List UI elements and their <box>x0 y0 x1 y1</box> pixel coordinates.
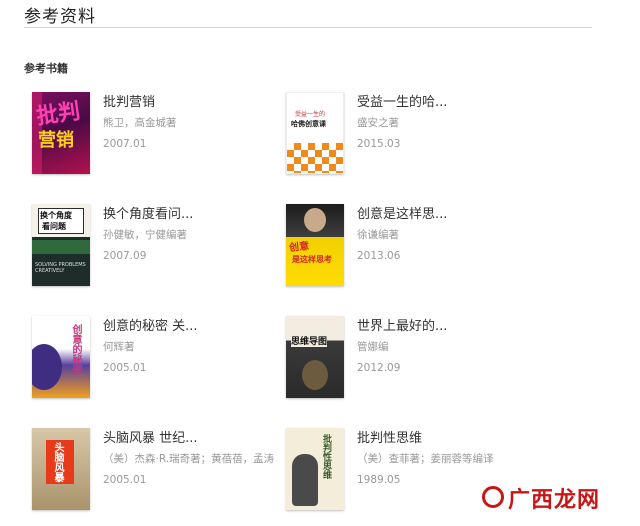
book-author: 盛安之著 <box>357 117 399 129</box>
book-title[interactable]: 世界上最好的... <box>357 319 447 335</box>
subsection-title: 参考书籍 <box>24 62 68 75</box>
cover-illustration <box>304 208 326 232</box>
cover-text: 营销 <box>38 130 74 151</box>
book-date: 2015.03 <box>357 138 401 150</box>
cover-pattern <box>287 143 343 173</box>
book-cover[interactable]: 创意 是这样思考 <box>286 204 344 286</box>
book-meta: 批判性思维 （美）查菲著；姜丽蓉等编译 1989.05 <box>357 428 494 518</box>
book-author: 熊卫，高金城著 <box>103 117 177 129</box>
book-author: 管娜编 <box>357 341 389 353</box>
book-date: 2005.01 <box>103 362 147 374</box>
cover-illustration <box>292 454 318 506</box>
watermark-logo-icon <box>482 486 504 508</box>
cover-decoration <box>32 240 90 254</box>
section-divider <box>24 27 592 28</box>
book-item[interactable]: 创意 是这样思考 创意是这样思... 徐谦编著 2013.06 <box>286 204 536 294</box>
book-title[interactable]: 批判营销 <box>103 95 177 111</box>
book-cover[interactable]: 批判性思维 <box>286 428 344 510</box>
book-cover[interactable]: 受益一生的 哈佛创意课 <box>286 92 344 174</box>
cover-text: 受益一生的 <box>295 111 326 118</box>
book-author: 何辉著 <box>103 341 135 353</box>
book-title[interactable]: 创意的秘密 关... <box>103 319 198 335</box>
book-item[interactable]: 创意的秘密 创意的秘密 关... 何辉著 2005.01 <box>32 316 282 406</box>
cover-text: 批判性思维 <box>321 434 331 479</box>
book-item[interactable]: 思维导图 世界上最好的... 管娜编 2012.09 <box>286 316 536 406</box>
book-author: （美）查菲著；姜丽蓉等编译 <box>357 453 494 465</box>
book-date: 1989.05 <box>357 474 401 486</box>
book-date: 2005.01 <box>103 474 147 486</box>
book-cover[interactable]: 创意的秘密 <box>32 316 90 398</box>
book-date: 2013.06 <box>357 250 401 262</box>
cover-text: SOLVING PROBLEMS CREATIVELY <box>35 262 86 274</box>
book-date: 2012.09 <box>357 362 401 374</box>
book-cover[interactable]: 头脑风暴 <box>32 428 90 510</box>
cover-illustration <box>32 344 62 390</box>
book-title[interactable]: 头脑风暴 世纪... <box>103 431 274 447</box>
cover-illustration <box>302 360 328 390</box>
book-meta: 批判营销 熊卫，高金城著 2007.01 <box>103 92 177 182</box>
book-meta: 创意的秘密 关... 何辉著 2005.01 <box>103 316 198 406</box>
book-date: 2007.01 <box>103 138 147 150</box>
book-meta: 创意是这样思... 徐谦编著 2013.06 <box>357 204 447 294</box>
cover-text: 哈佛创意课 <box>291 120 326 128</box>
book-item[interactable]: 换个角度 看问题 SOLVING PROBLEMS CREATIVELY 换个角… <box>32 204 282 294</box>
cover-text: 看问题 <box>42 222 66 231</box>
book-cover[interactable]: 批判 营销 <box>32 92 90 174</box>
book-title[interactable]: 批判性思维 <box>357 431 494 447</box>
cover-text: 思维导图 <box>291 334 328 347</box>
book-meta: 世界上最好的... 管娜编 2012.09 <box>357 316 447 406</box>
cover-text: 头脑风暴 <box>52 442 63 482</box>
cover-text: 创意 <box>288 240 310 255</box>
book-item[interactable]: 头脑风暴 头脑风暴 世纪... （美）杰森·R.瑞奇著；黄蓓蓓，孟涛 2005.… <box>32 428 282 518</box>
book-date: 2007.09 <box>103 250 147 262</box>
book-meta: 换个角度看问... 孙健敏，宁健编著 2007.09 <box>103 204 193 294</box>
book-item[interactable]: 批判 营销 批判营销 熊卫，高金城著 2007.01 <box>32 92 282 182</box>
book-item[interactable]: 受益一生的 哈佛创意课 受益一生的哈... 盛安之著 2015.03 <box>286 92 536 182</box>
watermark: 广西龙网 <box>508 488 601 513</box>
book-title[interactable]: 创意是这样思... <box>357 207 447 223</box>
cover-text: 是这样思考 <box>292 255 332 264</box>
cover-text: 创意的秘密 <box>70 324 81 374</box>
book-cover[interactable]: 换个角度 看问题 SOLVING PROBLEMS CREATIVELY <box>32 204 90 286</box>
book-title[interactable]: 换个角度看问... <box>103 207 193 223</box>
book-meta: 头脑风暴 世纪... （美）杰森·R.瑞奇著；黄蓓蓓，孟涛 2005.01 <box>103 428 274 518</box>
section-title: 参考资料 <box>24 7 96 27</box>
book-author: 孙健敏，宁健编著 <box>103 229 187 241</box>
cover-text: 换个角度 <box>40 211 72 220</box>
book-author: （美）杰森·R.瑞奇著；黄蓓蓓，孟涛 <box>103 453 275 465</box>
book-title[interactable]: 受益一生的哈... <box>357 95 447 111</box>
book-meta: 受益一生的哈... 盛安之著 2015.03 <box>357 92 447 182</box>
book-author: 徐谦编著 <box>357 229 399 241</box>
book-cover[interactable]: 思维导图 <box>286 316 344 398</box>
